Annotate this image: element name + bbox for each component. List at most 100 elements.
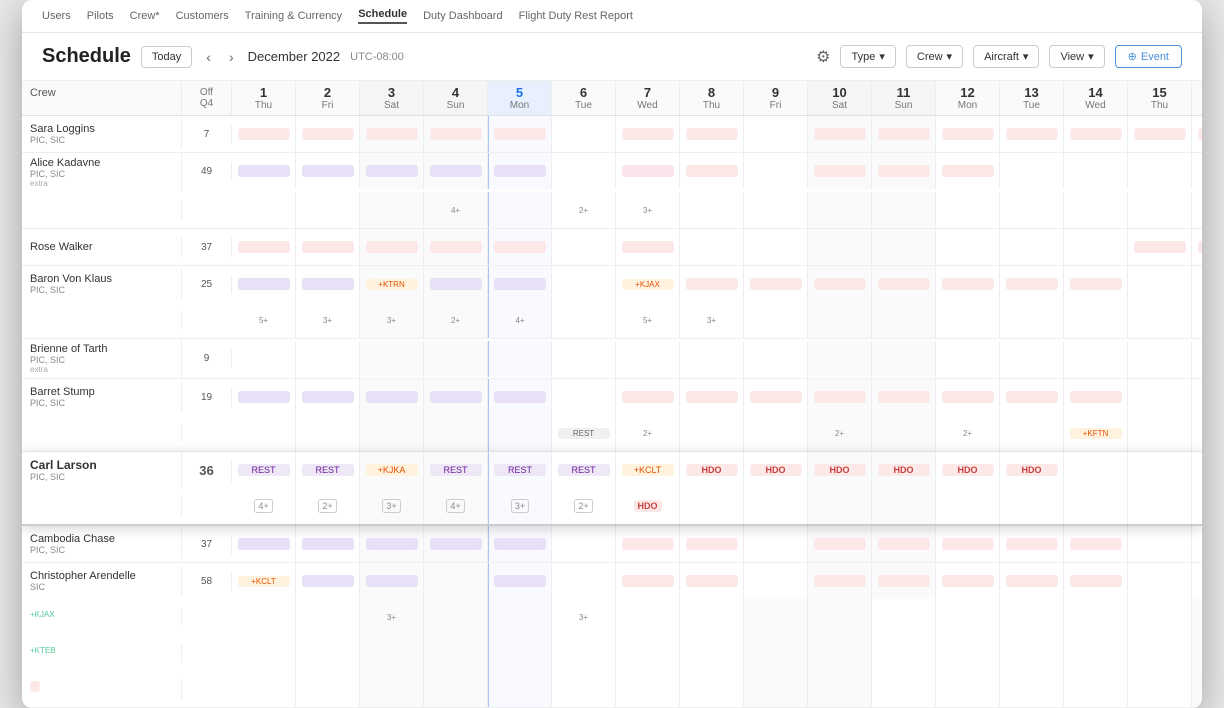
day-baron-7[interactable]: +KJAX	[616, 266, 680, 302]
day-sara-2[interactable]: ​	[296, 116, 360, 152]
day-cambodia-5[interactable]: ​	[488, 526, 552, 562]
day-barret-9[interactable]: ​	[744, 379, 808, 415]
day-baron-9[interactable]: ​	[744, 266, 808, 302]
day-cambodia-8[interactable]: ​	[680, 526, 744, 562]
day-cambodia-1[interactable]: ​	[232, 526, 296, 562]
day-rose-7[interactable]: ​	[616, 229, 680, 265]
day-cambodia-2[interactable]: ​	[296, 526, 360, 562]
next-arrow[interactable]: ›	[225, 47, 238, 67]
aircraft-dropdown[interactable]: Aircraft ▾	[973, 45, 1039, 68]
day-sara-3[interactable]: ​	[360, 116, 424, 152]
day-carl-4[interactable]: REST	[424, 452, 488, 488]
day-baron-13[interactable]: ​	[1000, 266, 1064, 302]
day-rose-3[interactable]: ​	[360, 229, 424, 265]
day-rose-15[interactable]: ​	[1128, 229, 1192, 265]
day-chris-14[interactable]: ​	[1064, 563, 1128, 599]
sub-alice-6[interactable]: 2+	[552, 192, 616, 228]
sub-alice-7[interactable]: 3+	[616, 192, 680, 228]
day-carl-10[interactable]: HDO	[808, 452, 872, 488]
day-alice-5[interactable]: ​	[488, 153, 552, 189]
day-sara-1[interactable]: ​	[232, 116, 296, 152]
day-barret-7[interactable]: ​	[616, 379, 680, 415]
day-rose-16[interactable]: ​	[1192, 229, 1202, 265]
crew-dropdown[interactable]: Crew ▾	[906, 45, 963, 68]
day-barret-11[interactable]: ​	[872, 379, 936, 415]
day-carl-11[interactable]: HDO	[872, 452, 936, 488]
day-sara-4[interactable]: ​	[424, 116, 488, 152]
day-sara-8[interactable]: ​	[680, 116, 744, 152]
day-barret-13[interactable]: ​	[1000, 379, 1064, 415]
day-baron-10[interactable]: ​	[808, 266, 872, 302]
day-alice-2[interactable]: ​	[296, 153, 360, 189]
nav-duty-dashboard[interactable]: Duty Dashboard	[423, 10, 503, 22]
day-chris-12[interactable]: ​	[936, 563, 1000, 599]
day-baron-3[interactable]: +KTRN	[360, 266, 424, 302]
day-cambodia-13[interactable]: ​	[1000, 526, 1064, 562]
day-chris-3[interactable]: ​	[360, 563, 424, 599]
day-sara-15[interactable]: ​	[1128, 116, 1192, 152]
nav-schedule[interactable]: Schedule	[358, 8, 407, 24]
day-barret-4[interactable]: ​	[424, 379, 488, 415]
day-sara-5[interactable]: ​	[488, 116, 552, 152]
day-baron-8[interactable]: ​	[680, 266, 744, 302]
day-chris-11[interactable]: ​	[872, 563, 936, 599]
day-carl-5[interactable]: REST	[488, 452, 552, 488]
nav-customers[interactable]: Customers	[176, 10, 229, 22]
day-carl-7[interactable]: +KCLT	[616, 452, 680, 488]
day-carl-9[interactable]: HDO	[744, 452, 808, 488]
day-barret-12[interactable]: ​	[936, 379, 1000, 415]
day-chris-2[interactable]: ​	[296, 563, 360, 599]
day-baron-11[interactable]: ​	[872, 266, 936, 302]
day-rose-1[interactable]: ​	[232, 229, 296, 265]
day-chris-1[interactable]: +KCLT	[232, 563, 296, 599]
day-alice-10[interactable]: ​	[808, 153, 872, 189]
day-barret-2[interactable]: ​	[296, 379, 360, 415]
day-carl-2[interactable]: REST	[296, 452, 360, 488]
day-chris-5[interactable]: ​	[488, 563, 552, 599]
nav-flight-duty[interactable]: Flight Duty Rest Report	[519, 10, 633, 22]
day-chris-10[interactable]: ​	[808, 563, 872, 599]
day-chris-13[interactable]: ​	[1000, 563, 1064, 599]
nav-pilots[interactable]: Pilots	[87, 10, 114, 22]
day-alice-7[interactable]: ​	[616, 153, 680, 189]
day-cambodia-10[interactable]: ​	[808, 526, 872, 562]
day-alice-4[interactable]: ​	[424, 153, 488, 189]
day-barret-5[interactable]: ​	[488, 379, 552, 415]
day-barret-10[interactable]: ​	[808, 379, 872, 415]
day-carl-12[interactable]: HDO	[936, 452, 1000, 488]
day-baron-5[interactable]: ​	[488, 266, 552, 302]
day-carl-3[interactable]: +KJKA	[360, 452, 424, 488]
nav-training[interactable]: Training & Currency	[245, 10, 342, 22]
day-barret-3[interactable]: ​	[360, 379, 424, 415]
day-sara-14[interactable]: ​	[1064, 116, 1128, 152]
day-sara-16[interactable]: ​	[1192, 116, 1202, 152]
prev-arrow[interactable]: ‹	[202, 47, 215, 67]
today-button[interactable]: Today	[141, 46, 192, 68]
day-carl-1[interactable]: REST	[232, 452, 296, 488]
day-cambodia-12[interactable]: ​	[936, 526, 1000, 562]
day-carl-8[interactable]: HDO	[680, 452, 744, 488]
day-carl-13[interactable]: HDO	[1000, 452, 1064, 488]
day-alice-3[interactable]: ​	[360, 153, 424, 189]
nav-crew[interactable]: Crew*	[130, 10, 160, 22]
day-baron-14[interactable]: ​	[1064, 266, 1128, 302]
day-barret-14[interactable]: ​	[1064, 379, 1128, 415]
day-baron-1[interactable]: ​	[232, 266, 296, 302]
day-rose-5[interactable]: ​	[488, 229, 552, 265]
day-barret-8[interactable]: ​	[680, 379, 744, 415]
add-event-button[interactable]: ⊕ Event	[1115, 45, 1182, 68]
day-baron-12[interactable]: ​	[936, 266, 1000, 302]
day-cambodia-14[interactable]: ​	[1064, 526, 1128, 562]
day-cambodia-7[interactable]: ​	[616, 526, 680, 562]
day-baron-4[interactable]: ​	[424, 266, 488, 302]
day-alice-11[interactable]: ​	[872, 153, 936, 189]
day-chris-8[interactable]: ​	[680, 563, 744, 599]
day-alice-1[interactable]: ​	[232, 153, 296, 189]
nav-users[interactable]: Users	[42, 10, 71, 22]
type-dropdown[interactable]: Type ▾	[840, 45, 895, 68]
sub-alice-4[interactable]: 4+	[424, 192, 488, 228]
day-rose-4[interactable]: ​	[424, 229, 488, 265]
day-chris-7[interactable]: ​	[616, 563, 680, 599]
day-cambodia-3[interactable]: ​	[360, 526, 424, 562]
day-rose-2[interactable]: ​	[296, 229, 360, 265]
